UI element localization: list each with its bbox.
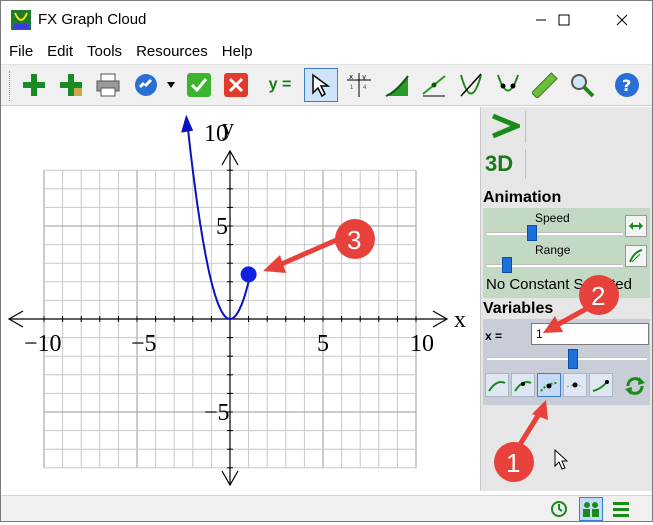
callout-2-label: 2: [591, 281, 605, 311]
svg-text:x: x: [349, 73, 353, 81]
tick-labels: −10−5510105−5−10: [24, 121, 434, 519]
menu-resources[interactable]: Resources: [136, 41, 208, 63]
add-graph-icon[interactable]: [17, 68, 51, 102]
callout-1: 1: [494, 400, 548, 482]
x-axis-label: x: [454, 307, 466, 333]
callout-2: 2: [543, 275, 619, 333]
history-icon[interactable]: [549, 499, 569, 519]
variable-slider-track[interactable]: [487, 357, 647, 360]
roots-icon[interactable]: [491, 68, 525, 102]
area-under-curve-icon[interactable]: [380, 68, 414, 102]
speed-label: Speed: [535, 211, 570, 225]
tangent-line-icon[interactable]: [417, 68, 451, 102]
users-icon[interactable]: [579, 497, 603, 521]
speed-slider-track[interactable]: [487, 232, 623, 235]
equation-label: y =: [268, 76, 292, 93]
divider-2: [525, 149, 526, 179]
callout-3-label: 3: [347, 225, 361, 255]
svg-text:?: ?: [622, 76, 631, 95]
menu-tools[interactable]: Tools: [87, 41, 122, 63]
mode-point-only-icon[interactable]: [563, 373, 587, 397]
menu-list-icon[interactable]: [611, 500, 631, 518]
share-dropdown-icon[interactable]: [163, 68, 179, 102]
variable-point[interactable]: [240, 266, 257, 283]
menu-file[interactable]: File: [9, 41, 33, 63]
coordinate-plane: −10−5510105−5−10 y x 3: [7, 114, 466, 519]
refresh-icon[interactable]: [624, 375, 646, 397]
status-bar: [1, 495, 652, 521]
view-3d-button[interactable]: 3D: [485, 151, 513, 177]
delete-icon[interactable]: [219, 68, 253, 102]
divider: [525, 111, 526, 143]
y-tick-label: 5: [216, 214, 228, 240]
callout-1-arrow: [516, 412, 542, 448]
callout-3-arrowhead: [263, 255, 286, 273]
callout-1-label: 1: [506, 448, 520, 478]
intersection-icon[interactable]: [454, 68, 488, 102]
confirm-icon[interactable]: [182, 68, 216, 102]
maximize-button[interactable]: [541, 1, 587, 39]
svg-text:y: y: [362, 73, 366, 81]
menu-bar: File Edit Tools Resources Help: [1, 41, 652, 63]
close-button[interactable]: [599, 1, 645, 39]
app-icon: [11, 10, 31, 30]
add-graph-variant-icon[interactable]: [54, 68, 88, 102]
table-of-values-icon[interactable]: x y 1 4: [342, 68, 376, 102]
speed-slider-thumb[interactable]: [527, 225, 537, 241]
share-link-icon[interactable]: [129, 68, 163, 102]
expand-panel-icon[interactable]: [485, 109, 525, 143]
callout-2-arrow: [555, 306, 588, 328]
x-tick-label: −5: [131, 331, 157, 357]
x-tick-label: −10: [24, 331, 62, 357]
ruler-icon[interactable]: [528, 68, 562, 102]
mode-curve-point-icon[interactable]: [511, 373, 535, 397]
svg-text:1: 1: [350, 85, 354, 91]
equation-button[interactable]: y =: [260, 68, 300, 102]
help-icon[interactable]: ?: [610, 68, 644, 102]
mode-trace-point-icon[interactable]: [537, 373, 561, 397]
x-tick-label: 5: [317, 331, 329, 357]
y-tick-label: −5: [204, 400, 230, 426]
menu-help[interactable]: Help: [222, 41, 253, 63]
print-icon[interactable]: [91, 68, 125, 102]
y-axis-label: y: [222, 115, 234, 141]
svg-text:4: 4: [363, 85, 367, 91]
variable-name: x =: [485, 329, 503, 343]
range-curve-icon[interactable]: [625, 245, 647, 267]
mode-endpoint-icon[interactable]: [589, 373, 613, 397]
mouse-cursor-icon: [554, 449, 569, 470]
toolbar-grip: [9, 71, 11, 101]
menu-edit[interactable]: Edit: [47, 41, 73, 63]
mode-curve-icon[interactable]: [485, 373, 509, 397]
animation-heading: Animation: [483, 189, 562, 206]
toolbar: y = x y 1 4 ?: [1, 64, 652, 106]
callout-3-arrow: [275, 235, 343, 269]
x-tick-label: 10: [410, 331, 434, 357]
select-pointer-icon[interactable]: [304, 68, 338, 102]
range-label: Range: [535, 243, 571, 257]
title-bar: FX Graph Cloud: [1, 1, 652, 39]
graph-canvas[interactable]: −10−5510105−5−10 y x 3: [1, 107, 480, 519]
window-title: FX Graph Cloud: [38, 11, 147, 28]
zoom-search-icon[interactable]: [565, 68, 599, 102]
variable-slider-thumb[interactable]: [568, 349, 578, 369]
speed-direction-icon[interactable]: [625, 215, 647, 237]
curve-arrow: [181, 114, 194, 133]
